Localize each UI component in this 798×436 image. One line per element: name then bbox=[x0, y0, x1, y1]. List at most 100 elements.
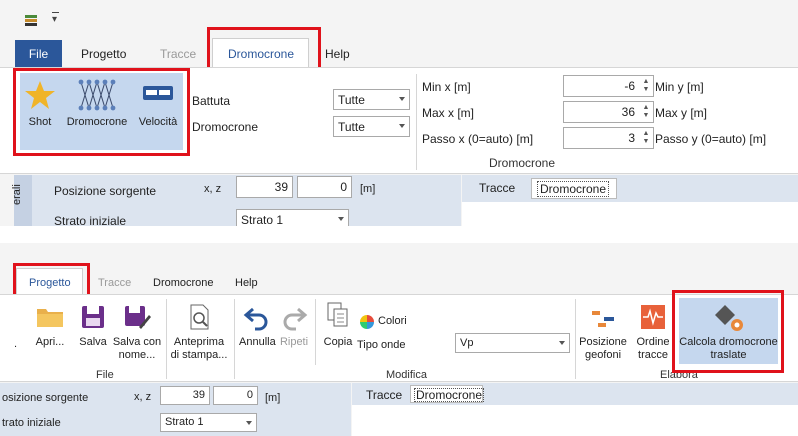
battuta-select-value: Tutte bbox=[338, 93, 365, 107]
tab-dromocrone[interactable]: Dromocrone bbox=[153, 277, 214, 289]
spin-icon[interactable]: ▲ ▼ bbox=[642, 130, 650, 146]
color-wheel-icon bbox=[360, 315, 374, 329]
z-value: 0 bbox=[246, 389, 253, 401]
ripeti-button[interactable]: Ripeti bbox=[277, 303, 311, 349]
dromocrone-filter-label: Dromocrone bbox=[192, 120, 259, 134]
xz-label: x, z bbox=[204, 183, 222, 195]
highlight-view-buttons bbox=[13, 68, 190, 156]
battuta-select[interactable]: Tutte bbox=[333, 89, 410, 110]
quick-access-line bbox=[52, 12, 59, 13]
file-tab[interactable]: File bbox=[15, 40, 62, 67]
posizione-geofoni-label: Posizione geofoni bbox=[579, 336, 627, 361]
tipo-onde-select[interactable]: Vp bbox=[455, 333, 570, 353]
z-value: 0 bbox=[340, 180, 347, 194]
ribbon-divider bbox=[166, 299, 167, 379]
redo-icon bbox=[283, 307, 308, 331]
view-tab-dromocrone-label: Dromocrone bbox=[537, 181, 610, 197]
x-value: 39 bbox=[274, 180, 288, 194]
x-input[interactable]: 39 bbox=[236, 176, 293, 198]
highlight-progetto-tab bbox=[13, 263, 90, 298]
tab-tracce[interactable]: Tracce bbox=[160, 47, 196, 61]
view-tab-dromocrone-label: Dromocrone bbox=[414, 388, 485, 402]
strato-select-value: Strato 1 bbox=[165, 416, 204, 428]
view-content bbox=[462, 202, 798, 226]
ribbon-divider bbox=[416, 74, 417, 170]
posizione-sorgente-label: osizione sorgente bbox=[2, 392, 89, 404]
unit-label: [m] bbox=[265, 392, 281, 404]
ripeti-label: Ripeti bbox=[279, 336, 309, 348]
copia-button[interactable]: Copia bbox=[322, 301, 354, 349]
modifica-group-label: Modifica bbox=[386, 369, 427, 381]
z-input[interactable]: 0 bbox=[213, 386, 258, 405]
strato-select[interactable]: Strato 1 bbox=[160, 413, 257, 432]
min-x-value: -6 bbox=[624, 79, 635, 93]
chevron-down-icon bbox=[399, 97, 405, 101]
geophone-position-icon bbox=[592, 311, 614, 327]
apri-button[interactable]: Apri... bbox=[32, 303, 68, 349]
tab-help[interactable]: Help bbox=[325, 47, 350, 61]
anteprima-button[interactable]: Anteprima di stampa... bbox=[169, 303, 229, 362]
strato-select-value: Strato 1 bbox=[241, 213, 284, 226]
tab-progetto[interactable]: Progetto bbox=[81, 47, 126, 61]
annulla-button[interactable]: Annulla bbox=[239, 303, 276, 349]
passo-x-label: Passo x (0=auto) [m] bbox=[422, 132, 534, 146]
passo-y-label: Passo y (0=auto) [m] bbox=[655, 132, 767, 146]
ribbon-divider bbox=[575, 299, 576, 379]
app-icon bbox=[24, 13, 38, 27]
posizione-sorgente-label: Posizione sorgente bbox=[54, 184, 157, 198]
tipo-onde-label: Tipo onde bbox=[357, 339, 406, 351]
salva-con-nome-label: Salva con nome... bbox=[112, 336, 162, 361]
passo-x-input[interactable]: 3 ▲ ▼ bbox=[563, 127, 654, 149]
colori-label: Colori bbox=[378, 315, 407, 327]
dromocrone-group-label: Dromocrone bbox=[489, 156, 556, 170]
tab-tracce[interactable]: Tracce bbox=[98, 277, 131, 289]
strato-iniziale-label: Strato iniziale bbox=[54, 214, 127, 226]
tab-help[interactable]: Help bbox=[235, 277, 258, 289]
folder-icon bbox=[37, 309, 63, 327]
view-tab-tracce[interactable]: Tracce bbox=[366, 388, 402, 402]
ribbon-divider bbox=[234, 299, 235, 379]
z-input[interactable]: 0 bbox=[297, 176, 352, 198]
salva-button[interactable]: Salva bbox=[77, 303, 109, 349]
strato-select[interactable]: Strato 1 bbox=[236, 209, 349, 226]
save-icon bbox=[82, 306, 104, 328]
separator bbox=[0, 226, 798, 243]
posizione-geofoni-button[interactable]: Posizione geofoni bbox=[578, 303, 628, 362]
top-window: ▾ File Progetto Tracce Dromocrone Help S… bbox=[0, 0, 798, 226]
chevron-down-icon bbox=[559, 341, 565, 345]
dromocrone-select[interactable]: Tutte bbox=[333, 116, 410, 137]
copy-icon bbox=[327, 302, 348, 327]
min-x-label: Min x [m] bbox=[422, 80, 471, 94]
ordine-tracce-label: Ordine tracce bbox=[636, 336, 670, 361]
spin-icon[interactable]: ▲ ▼ bbox=[642, 104, 650, 120]
annulla-label: Annulla bbox=[239, 336, 276, 348]
ordine-tracce-button[interactable]: Ordine tracce bbox=[634, 303, 672, 362]
ribbon-overflow-dot: . bbox=[14, 338, 18, 350]
bottom-window: Progetto Tracce Dromocrone Help . Apri..… bbox=[0, 243, 798, 436]
x-input[interactable]: 39 bbox=[160, 386, 210, 405]
max-y-label: Max y [m] bbox=[655, 106, 708, 120]
salva-con-nome-button[interactable]: Salva con nome... bbox=[112, 303, 162, 362]
min-y-label: Min y [m] bbox=[655, 80, 704, 94]
quick-access-menu-icon[interactable]: ▾ bbox=[52, 14, 57, 25]
xz-label: x, z bbox=[134, 391, 152, 403]
tipo-onde-value: Vp bbox=[460, 337, 474, 349]
battuta-label: Battuta bbox=[192, 94, 231, 108]
max-x-label: Max x [m] bbox=[422, 106, 475, 120]
dromocrone-select-value: Tutte bbox=[338, 120, 365, 134]
copia-label: Copia bbox=[323, 336, 353, 348]
strato-iniziale-label: trato iniziale bbox=[2, 417, 61, 429]
max-x-value: 36 bbox=[621, 105, 635, 119]
side-tab-label: erali bbox=[11, 184, 23, 205]
view-tab-tracce[interactable]: Tracce bbox=[479, 181, 515, 195]
chevron-down-icon bbox=[246, 421, 252, 425]
anteprima-label: Anteprima di stampa... bbox=[170, 336, 228, 361]
max-x-input[interactable]: 36 ▲ ▼ bbox=[563, 101, 654, 123]
passo-x-value: 3 bbox=[628, 131, 635, 145]
undo-icon bbox=[243, 307, 268, 331]
trace-order-icon bbox=[641, 305, 665, 329]
file-group-label: File bbox=[96, 369, 114, 381]
chevron-down-icon bbox=[399, 124, 405, 128]
spin-icon[interactable]: ▲ ▼ bbox=[642, 78, 650, 94]
min-x-input[interactable]: -6 ▲ ▼ bbox=[563, 75, 654, 97]
